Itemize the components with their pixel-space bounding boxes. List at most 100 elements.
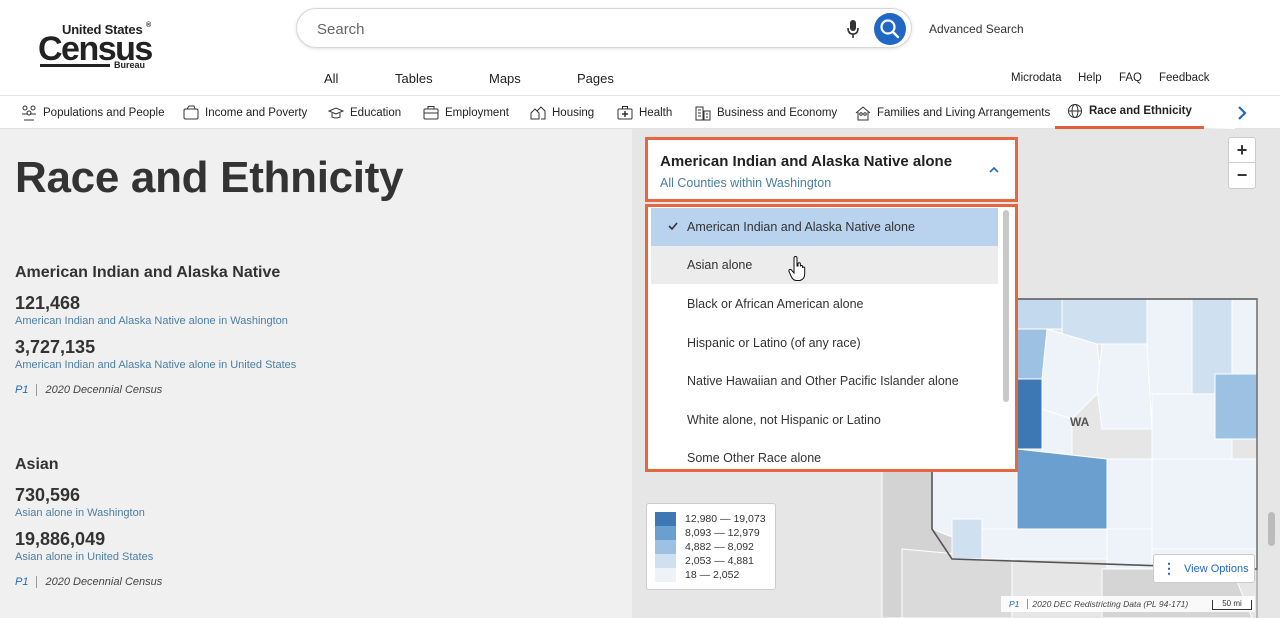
stat-label: American Indian and Alaska Native alone … (15, 359, 297, 371)
legend-swatch (655, 526, 676, 540)
category-label: Families and Living Arrangements (877, 106, 1051, 119)
category-race-and-ethnicity[interactable]: Race and Ethnicity (1055, 96, 1204, 129)
view-options-label: View Options (1184, 562, 1249, 575)
legend-swatch (655, 512, 676, 526)
stat-value: 121,468 (15, 293, 81, 313)
stat-label: American Indian and Alaska Native alone … (15, 315, 288, 327)
legend-range: 12,980 — 19,073 (685, 513, 766, 525)
legend-swatch (655, 568, 676, 582)
legend-row: 2,053 — 4,881 (655, 554, 767, 568)
category-families-and-living-arrangements[interactable]: Families and Living Arrangements (855, 96, 1050, 129)
category-education[interactable]: Education (328, 96, 401, 129)
legend-swatch (655, 554, 676, 568)
advanced-search-link[interactable]: Advanced Search (929, 22, 1024, 36)
option-label: White alone, not Hispanic or Latino (687, 413, 881, 427)
tab-tables[interactable]: Tables (395, 71, 433, 86)
stat-value: 730,596 (15, 485, 81, 505)
category-business-and-economy[interactable]: Business and Economy (695, 96, 837, 129)
section-heading: Asian (15, 456, 59, 473)
dropdown-scrollbar[interactable] (1003, 210, 1009, 402)
legend-row: 4,882 — 8,092 (655, 540, 767, 554)
dropdown-options-list: American Indian and Alaska Native alone … (645, 204, 1018, 472)
map-scale-bar: 50 mi (1212, 600, 1252, 610)
legend-range: 18 — 2,052 (685, 569, 740, 581)
faq-link[interactable]: FAQ (1119, 72, 1142, 84)
legend-row: 12,980 — 19,073 (655, 512, 767, 526)
zoom-out-button[interactable]: − (1229, 163, 1255, 188)
hand-pointer-icon (788, 256, 806, 281)
dropdown-option[interactable]: Native Hawaiian and Other Pacific Island… (651, 362, 998, 400)
zoom-controls: + − (1228, 137, 1256, 189)
option-label: American Indian and Alaska Native alone (687, 220, 915, 234)
census-logo[interactable]: United States ® Census Bureau (38, 22, 158, 72)
zoom-in-button[interactable]: + (1229, 138, 1255, 163)
feedback-link[interactable]: Feedback (1159, 72, 1210, 84)
stat-label: Asian alone in United States (15, 551, 154, 563)
category-label: Education (350, 106, 402, 119)
dropdown-option[interactable]: White alone, not Hispanic or Latino (651, 401, 998, 439)
dropdown-option[interactable]: Some Other Race alone (651, 439, 998, 469)
category-income-and-poverty[interactable]: Income and Poverty (183, 96, 307, 129)
chevron-right-icon[interactable] (1232, 103, 1252, 123)
dropdown-option[interactable]: American Indian and Alaska Native alone (651, 208, 998, 246)
legend-range: 8,093 — 12,979 (685, 527, 760, 539)
dropdown-option[interactable]: Hispanic or Latino (of any race) (651, 324, 998, 362)
category-label: Race and Ethnicity (1089, 105, 1192, 117)
category-housing[interactable]: Housing (530, 96, 594, 129)
option-label: Asian alone (687, 258, 753, 272)
logo-line3: Bureau (114, 60, 146, 70)
source-table-link[interactable]: P1 (15, 384, 28, 396)
logo-registered-mark: ® (146, 22, 152, 29)
category-label: Housing (552, 106, 595, 119)
tab-maps[interactable]: Maps (489, 71, 521, 86)
search-icon (880, 19, 900, 39)
buildings-icon (695, 106, 711, 120)
category-label: Populations and People (43, 106, 165, 119)
search-button[interactable] (874, 13, 906, 45)
option-label: Black or African American alone (687, 297, 864, 311)
category-overflow-fade (1205, 96, 1235, 129)
family-home-icon (855, 105, 871, 120)
dropdown-option[interactable]: Asian alone (651, 246, 998, 284)
category-label: Health (639, 106, 673, 119)
people-icon (22, 105, 36, 120)
source-table-link[interactable]: P1 (15, 576, 28, 588)
legend-row: 8,093 — 12,979 (655, 526, 767, 540)
variable-dropdown[interactable]: American Indian and Alaska Native alone … (645, 137, 1018, 202)
category-label: Employment (445, 106, 509, 119)
section-heading: American Indian and Alaska Native (15, 264, 281, 281)
category-populations-and-people[interactable]: Populations and People (21, 96, 165, 129)
legend-row: 18 — 2,052 (655, 568, 767, 582)
houses-icon (530, 105, 546, 119)
source-citation: P1 2020 Decennial Census (15, 384, 163, 397)
search-input[interactable] (317, 18, 817, 40)
dropdown-geography: All Counties within Washington (660, 176, 832, 190)
tab-pages[interactable]: Pages (577, 71, 614, 86)
globe-people-icon (1068, 104, 1082, 118)
help-link[interactable]: Help (1078, 72, 1102, 84)
attribution-text: 2020 DEC Redistricting Data (PL 94-171) (1032, 599, 1189, 609)
microphone-icon[interactable] (846, 19, 860, 39)
dropdown-option[interactable]: Black or African American alone (651, 285, 998, 323)
page-scrollbar[interactable] (1268, 512, 1275, 546)
attribution-table-link[interactable]: P1 (1009, 599, 1019, 609)
category-health[interactable]: Health (617, 96, 672, 129)
dropdown-selected-value: American Indian and Alaska Native alone (660, 153, 953, 170)
source-name: 2020 Decennial Census (45, 384, 163, 396)
microdata-link[interactable]: Microdata (1011, 72, 1062, 84)
category-label: Business and Economy (717, 106, 838, 119)
medical-kit-icon (617, 105, 633, 119)
page: { "logo": {"line1": "United States", "re… (0, 0, 1280, 618)
stats-panel: Race and Ethnicity American Indian and A… (0, 129, 632, 618)
view-options-button[interactable]: ⋮ View Options (1153, 554, 1255, 583)
stat-value: 3,727,135 (15, 337, 96, 357)
tab-all[interactable]: All (324, 71, 338, 86)
category-label: Income and Poverty (205, 106, 308, 119)
option-label: Some Other Race alone (687, 451, 822, 465)
category-nav: Populations and People Income and Povert… (0, 95, 1280, 129)
chevron-up-icon (989, 166, 999, 173)
logo-underline (40, 64, 110, 67)
legend-range: 2,053 — 4,881 (685, 555, 754, 567)
category-employment[interactable]: Employment (423, 96, 509, 129)
site-header: United States ® Census Bureau Advanced S… (0, 0, 1280, 95)
